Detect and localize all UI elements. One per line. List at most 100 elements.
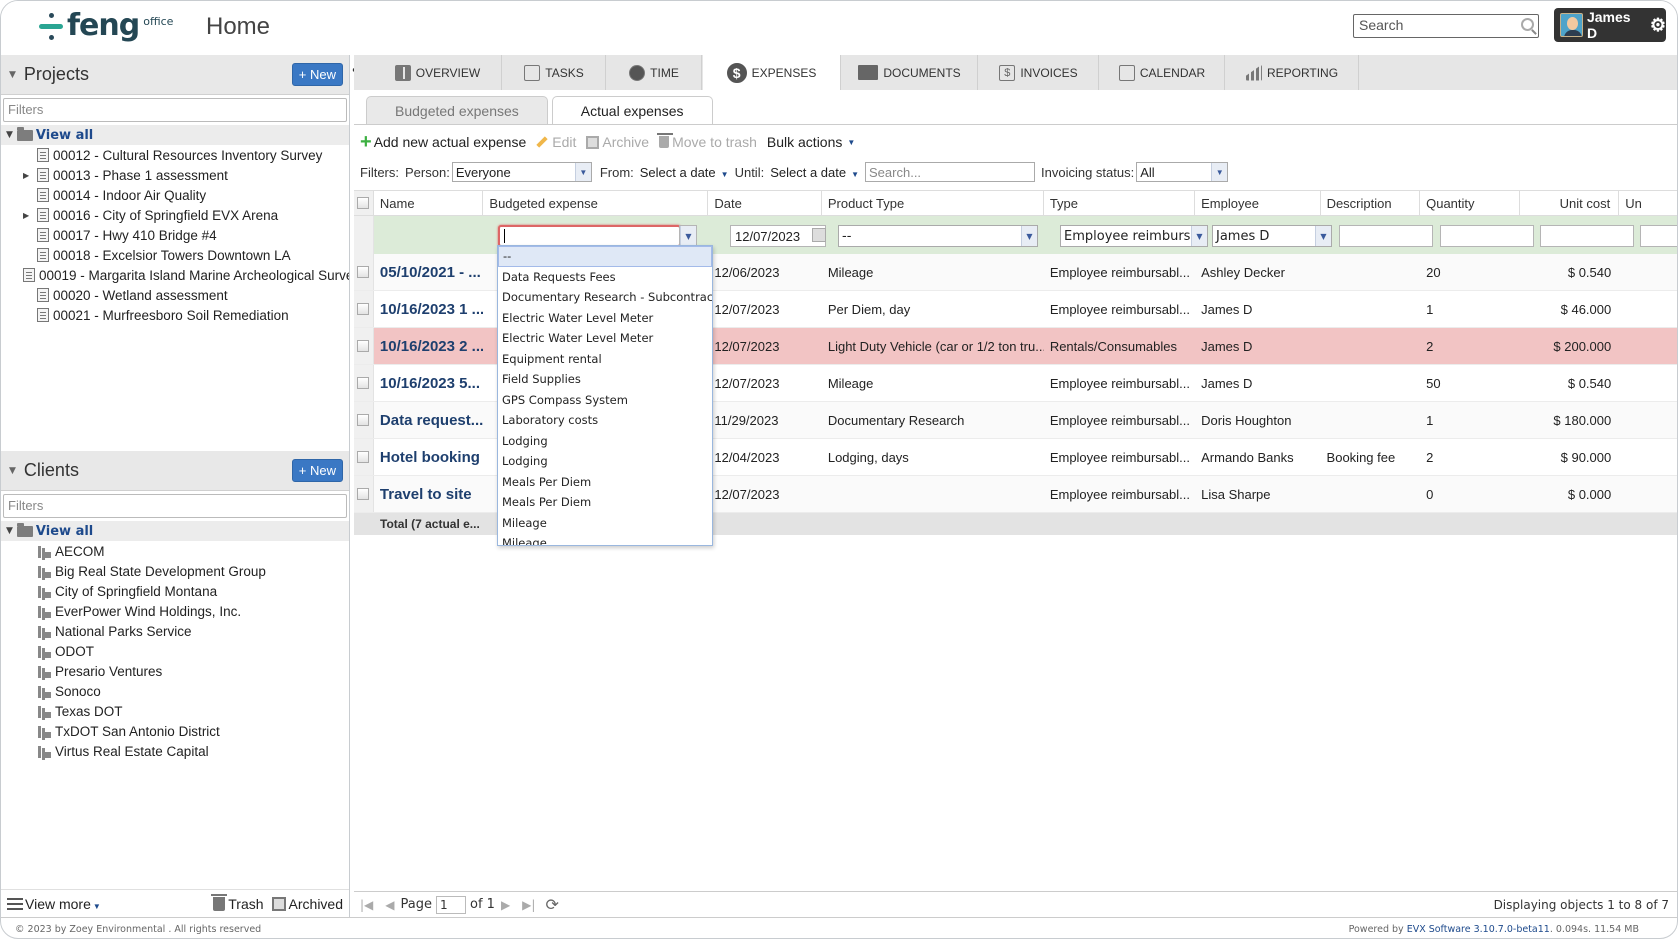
dropdown-option[interactable]: Electric Water Level Meter bbox=[498, 308, 712, 329]
dropdown-option[interactable]: Lodging bbox=[498, 451, 712, 472]
refresh-icon[interactable]: ⟳ bbox=[545, 895, 558, 914]
new-project-button[interactable]: + New bbox=[291, 63, 343, 86]
project-item[interactable]: 00020 - Wetland assessment bbox=[1, 285, 349, 305]
project-item[interactable]: 00014 - Indoor Air Quality bbox=[1, 185, 349, 205]
trash-button[interactable]: Trash bbox=[211, 893, 264, 912]
prev-page-icon[interactable]: ◀ bbox=[385, 898, 394, 912]
client-item[interactable]: ODOT bbox=[1, 641, 349, 661]
archived-button[interactable]: Archived bbox=[271, 896, 343, 912]
dropdown-option[interactable]: Field Supplies bbox=[498, 369, 712, 390]
collapse-triangle-icon[interactable]: ▼ bbox=[9, 466, 16, 476]
dropdown-option[interactable]: Documentary Research - Subcontract... bbox=[498, 287, 712, 308]
unit-cost-input[interactable] bbox=[1540, 225, 1634, 247]
move-to-trash-button[interactable]: Move to trash bbox=[657, 133, 757, 150]
row-checkbox[interactable] bbox=[357, 340, 370, 352]
clients-view-all[interactable]: ▼ View all bbox=[1, 521, 349, 541]
budgeted-expense-dropdown-list[interactable]: -- Data Requests Fees Documentary Research… bbox=[497, 245, 713, 546]
logo[interactable]: feng office bbox=[39, 9, 173, 43]
dropdown-option[interactable]: -- bbox=[498, 246, 712, 267]
column-header[interactable]: Employee bbox=[1195, 191, 1321, 215]
project-item[interactable]: 00021 - Murfreesboro Soil Remediation bbox=[1, 305, 349, 325]
column-header[interactable]: Description bbox=[1321, 191, 1421, 215]
project-item[interactable]: ▶ 00016 - City of Springfield EVX Arena bbox=[1, 205, 349, 225]
column-header[interactable]: Product Type bbox=[822, 191, 1044, 215]
subtab-budgeted-expenses[interactable]: Budgeted expenses bbox=[366, 96, 548, 124]
invoicing-status-select[interactable]: All ▼ bbox=[1136, 162, 1229, 182]
type-select[interactable]: Employee reimbursab ▼ bbox=[1060, 225, 1208, 247]
column-header[interactable]: Type bbox=[1044, 191, 1196, 215]
page-number-input[interactable]: 1 bbox=[436, 895, 466, 914]
dropdown-option[interactable]: GPS Compass System bbox=[498, 390, 712, 411]
client-item[interactable]: Texas DOT bbox=[1, 701, 349, 721]
quantity-input[interactable] bbox=[1440, 225, 1534, 247]
row-checkbox[interactable] bbox=[357, 414, 370, 426]
description-input[interactable] bbox=[1339, 225, 1433, 247]
grid-search-input[interactable]: Search... bbox=[865, 162, 1036, 182]
column-header[interactable]: Budgeted expense bbox=[483, 191, 709, 215]
tab-tasks[interactable]: TASKS bbox=[503, 55, 606, 90]
tab-time[interactable]: TIME bbox=[607, 55, 702, 90]
dropdown-option[interactable]: Lodging bbox=[498, 431, 712, 452]
cell-name[interactable]: 10/16/2023 1 ... bbox=[374, 291, 484, 327]
column-header[interactable]: Unit cost bbox=[1520, 191, 1620, 215]
row-checkbox[interactable] bbox=[357, 377, 370, 389]
cell-name[interactable]: Hotel booking bbox=[374, 439, 484, 475]
archive-button[interactable]: Archive bbox=[586, 134, 649, 150]
dropdown-option[interactable]: Meals Per Diem bbox=[498, 472, 712, 493]
column-header[interactable]: Name bbox=[374, 191, 484, 215]
dropdown-option[interactable]: Data Requests Fees bbox=[498, 267, 712, 288]
select-all-checkbox[interactable] bbox=[357, 197, 370, 209]
row-checkbox[interactable] bbox=[357, 488, 370, 500]
client-item[interactable]: National Parks Service bbox=[1, 621, 349, 641]
project-item[interactable]: 00012 - Cultural Resources Inventory Sur… bbox=[1, 145, 349, 165]
client-item[interactable]: City of Springfield Montana bbox=[1, 581, 349, 601]
project-item[interactable]: 00019 - Margarita Island Marine Archeolo… bbox=[1, 265, 349, 285]
cell-name[interactable]: Travel to site bbox=[374, 476, 484, 512]
bulk-actions-menu[interactable]: Bulk actions ▼ bbox=[767, 134, 855, 150]
dropdown-option[interactable]: Mileage bbox=[498, 533, 712, 545]
project-item[interactable]: 00017 - Hwy 410 Bridge #4 bbox=[1, 225, 349, 245]
client-item[interactable]: Big Real State Development Group bbox=[1, 561, 349, 581]
first-page-icon[interactable]: |◀ bbox=[360, 898, 373, 912]
global-search-input[interactable]: Search bbox=[1353, 14, 1539, 38]
tab-reporting[interactable]: REPORTING bbox=[1226, 55, 1359, 90]
budgeted-expense-dropdown-toggle[interactable]: ▼ bbox=[679, 225, 697, 247]
tab-overview[interactable]: OVERVIEW bbox=[374, 55, 502, 90]
row-checkbox[interactable] bbox=[357, 303, 370, 315]
calendar-icon[interactable] bbox=[812, 228, 826, 242]
project-item[interactable]: 00018 - Excelsior Towers Downtown LA bbox=[1, 245, 349, 265]
last-page-icon[interactable]: ▶| bbox=[522, 898, 535, 912]
collapse-triangle-icon[interactable]: ▼ bbox=[9, 70, 16, 80]
cell-name[interactable]: 05/10/2021 - ... bbox=[374, 254, 484, 290]
client-item[interactable]: Sonoco bbox=[1, 681, 349, 701]
add-expense-button[interactable]: + Add new actual expense bbox=[360, 132, 526, 152]
cell-name[interactable]: Data request... bbox=[374, 402, 484, 438]
client-item[interactable]: TxDOT San Antonio District bbox=[1, 721, 349, 741]
dropdown-option[interactable]: Electric Water Level Meter bbox=[498, 328, 712, 349]
view-more-button[interactable]: View more ▼ bbox=[25, 896, 101, 912]
cell-name[interactable]: 10/16/2023 2 ... bbox=[374, 328, 484, 364]
client-item[interactable]: Virtus Real Estate Capital bbox=[1, 741, 349, 761]
projects-view-all[interactable]: ▼ View all bbox=[1, 125, 349, 145]
cell-name[interactable]: 10/16/2023 5... bbox=[374, 365, 484, 401]
edit-button[interactable]: Edit bbox=[536, 134, 576, 150]
expand-triangle-icon[interactable]: ▼ bbox=[6, 526, 13, 536]
gear-icon[interactable]: ⚙ bbox=[1650, 15, 1666, 36]
dropdown-option[interactable]: Laboratory costs bbox=[498, 410, 712, 431]
expand-triangle-icon[interactable]: ▶ bbox=[23, 171, 37, 180]
product-type-select[interactable]: -- ▼ bbox=[838, 225, 1038, 247]
row-checkbox[interactable] bbox=[357, 266, 370, 278]
projects-filter-input[interactable]: Filters bbox=[3, 98, 347, 122]
clients-filter-input[interactable]: Filters bbox=[3, 494, 347, 518]
column-header[interactable]: Quantity bbox=[1420, 191, 1520, 215]
unit-input[interactable] bbox=[1640, 225, 1677, 247]
employee-select[interactable]: James D ▼ bbox=[1212, 225, 1332, 247]
new-client-button[interactable]: + New bbox=[291, 459, 343, 482]
person-select[interactable]: Everyone ▼ bbox=[451, 162, 592, 182]
column-header[interactable]: Un bbox=[1619, 191, 1677, 215]
row-checkbox[interactable] bbox=[357, 451, 370, 463]
expand-triangle-icon[interactable]: ▼ bbox=[6, 130, 13, 140]
expand-triangle-icon[interactable]: ▶ bbox=[23, 211, 37, 220]
evx-software-link[interactable]: EVX Software 3.10.7.0-beta11 bbox=[1407, 924, 1550, 935]
dropdown-option[interactable]: Meals Per Diem bbox=[498, 492, 712, 513]
